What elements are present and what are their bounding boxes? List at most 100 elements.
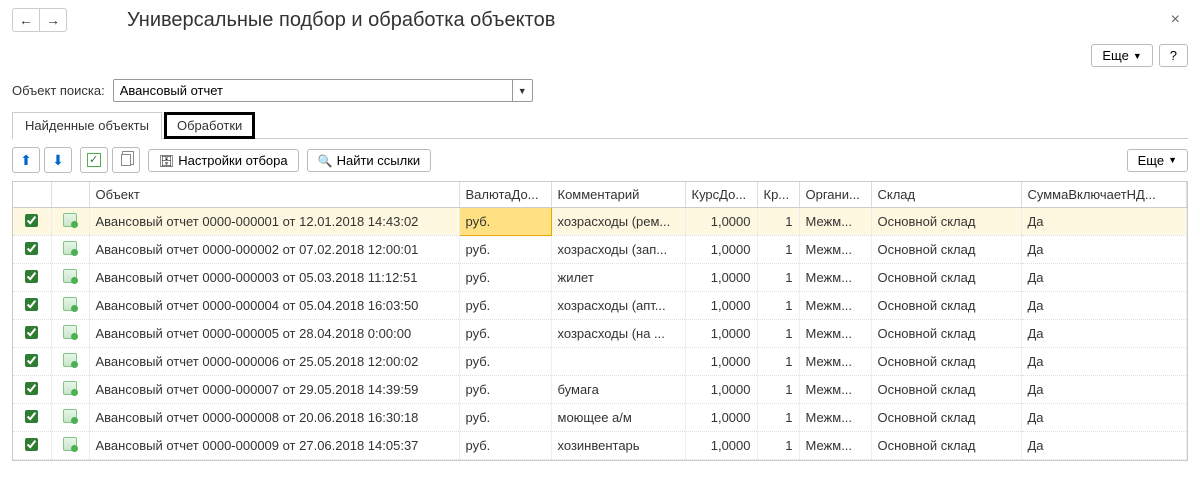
th-check[interactable] xyxy=(13,182,51,208)
cell-org: Межм... xyxy=(799,432,871,460)
find-links-button[interactable]: Найти ссылки xyxy=(307,149,432,172)
cell-kr: 1 xyxy=(757,264,799,292)
cell-kr: 1 xyxy=(757,208,799,236)
th-org[interactable]: Органи... xyxy=(799,182,871,208)
cell-sum: Да xyxy=(1021,236,1187,264)
document-icon xyxy=(63,325,77,339)
row-checkbox[interactable] xyxy=(25,270,38,283)
table-row[interactable]: Авансовый отчет 0000-000008 от 20.06.201… xyxy=(13,404,1187,432)
row-checkbox[interactable] xyxy=(25,214,38,227)
arrow-up-icon: ⬆ xyxy=(20,152,32,169)
row-checkbox[interactable] xyxy=(25,354,38,367)
cell-kr: 1 xyxy=(757,236,799,264)
th-icon[interactable] xyxy=(51,182,89,208)
cell-kr: 1 xyxy=(757,404,799,432)
cell-kurs: 1,0000 xyxy=(685,404,757,432)
close-button[interactable]: × xyxy=(1163,11,1188,29)
table-row[interactable]: Авансовый отчет 0000-000006 от 25.05.201… xyxy=(13,348,1187,376)
cell-currency: руб. xyxy=(459,376,551,404)
filter-label: Настройки отбора xyxy=(178,153,287,168)
cell-comment: хозрасходы (на ... xyxy=(551,320,685,348)
more-label: Еще xyxy=(1102,48,1128,63)
cell-comment xyxy=(551,348,685,376)
cell-kurs: 1,0000 xyxy=(685,208,757,236)
cell-org: Межм... xyxy=(799,292,871,320)
cell-org: Межм... xyxy=(799,208,871,236)
copy-button[interactable] xyxy=(112,147,140,173)
cell-sum: Да xyxy=(1021,376,1187,404)
chevron-down-icon: ▼ xyxy=(1133,51,1142,61)
cell-comment: жилет xyxy=(551,264,685,292)
row-checkbox[interactable] xyxy=(25,326,38,339)
cell-kurs: 1,0000 xyxy=(685,348,757,376)
chevron-down-icon: ▼ xyxy=(1168,155,1177,165)
cell-org: Межм... xyxy=(799,376,871,404)
th-object[interactable]: Объект xyxy=(89,182,459,208)
th-kr[interactable]: Кр... xyxy=(757,182,799,208)
cell-sklad: Основной склад xyxy=(871,376,1021,404)
tab-processing[interactable]: Обработки xyxy=(164,112,255,139)
cell-org: Межм... xyxy=(799,264,871,292)
cell-sum: Да xyxy=(1021,292,1187,320)
row-checkbox[interactable] xyxy=(25,298,38,311)
cell-kurs: 1,0000 xyxy=(685,236,757,264)
cell-currency: руб. xyxy=(459,432,551,460)
cell-kurs: 1,0000 xyxy=(685,264,757,292)
th-currency[interactable]: ВалютаДо... xyxy=(459,182,551,208)
cell-object: Авансовый отчет 0000-000003 от 05.03.201… xyxy=(89,264,459,292)
copy-icon xyxy=(121,154,131,166)
table-row[interactable]: Авансовый отчет 0000-000009 от 27.06.201… xyxy=(13,432,1187,460)
table-row[interactable]: Авансовый отчет 0000-000003 от 05.03.201… xyxy=(13,264,1187,292)
cell-sklad: Основной склад xyxy=(871,404,1021,432)
search-object-input[interactable] xyxy=(113,79,513,102)
move-down-button[interactable]: ⬇ xyxy=(44,147,72,173)
table-row[interactable]: Авансовый отчет 0000-000007 от 29.05.201… xyxy=(13,376,1187,404)
document-icon xyxy=(63,353,77,367)
cell-comment: хозрасходы (апт... xyxy=(551,292,685,320)
th-sklad[interactable]: Склад xyxy=(871,182,1021,208)
nav-forward-button[interactable]: → xyxy=(39,8,67,32)
tab-found-objects[interactable]: Найденные объекты xyxy=(12,112,162,139)
th-comment[interactable]: Комментарий xyxy=(551,182,685,208)
row-checkbox[interactable] xyxy=(25,438,38,451)
cell-sklad: Основной склад xyxy=(871,432,1021,460)
cell-kr: 1 xyxy=(757,320,799,348)
help-button[interactable]: ? xyxy=(1159,44,1188,67)
row-checkbox[interactable] xyxy=(25,382,38,395)
th-sum[interactable]: СуммаВключаетНД... xyxy=(1021,182,1187,208)
cell-sum: Да xyxy=(1021,432,1187,460)
table-row[interactable]: Авансовый отчет 0000-000005 от 28.04.201… xyxy=(13,320,1187,348)
cell-sum: Да xyxy=(1021,320,1187,348)
cell-object: Авансовый отчет 0000-000004 от 05.04.201… xyxy=(89,292,459,320)
th-kurs[interactable]: КурсДо... xyxy=(685,182,757,208)
nav-back-button[interactable]: ← xyxy=(12,8,40,32)
cell-comment: бумага xyxy=(551,376,685,404)
cell-kurs: 1,0000 xyxy=(685,432,757,460)
chevron-down-icon: ▼ xyxy=(518,86,527,96)
table-row[interactable]: Авансовый отчет 0000-000004 от 05.04.201… xyxy=(13,292,1187,320)
document-icon xyxy=(63,437,77,451)
document-icon xyxy=(63,241,77,255)
cell-comment: хозинвентарь xyxy=(551,432,685,460)
row-checkbox[interactable] xyxy=(25,410,38,423)
document-icon xyxy=(63,409,77,423)
more-button-top[interactable]: Еще ▼ xyxy=(1091,44,1152,67)
cell-currency: руб. xyxy=(459,236,551,264)
cell-kurs: 1,0000 xyxy=(685,376,757,404)
cell-comment: хозрасходы (зап... xyxy=(551,236,685,264)
check-all-icon xyxy=(87,153,101,167)
cell-org: Межм... xyxy=(799,404,871,432)
row-checkbox[interactable] xyxy=(25,242,38,255)
table-row[interactable]: Авансовый отчет 0000-000002 от 07.02.201… xyxy=(13,236,1187,264)
search-dropdown-button[interactable]: ▼ xyxy=(513,79,533,102)
table-row[interactable]: Авансовый отчет 0000-000001 от 12.01.201… xyxy=(13,208,1187,236)
cell-sum: Да xyxy=(1021,404,1187,432)
cell-kurs: 1,0000 xyxy=(685,320,757,348)
cell-org: Межм... xyxy=(799,236,871,264)
move-up-button[interactable]: ⬆ xyxy=(12,147,40,173)
check-all-button[interactable] xyxy=(80,147,108,173)
more-button-toolbar[interactable]: Еще ▼ xyxy=(1127,149,1188,172)
search-icon xyxy=(318,153,333,168)
cell-org: Межм... xyxy=(799,320,871,348)
filter-settings-button[interactable]: Настройки отбора xyxy=(148,149,299,172)
